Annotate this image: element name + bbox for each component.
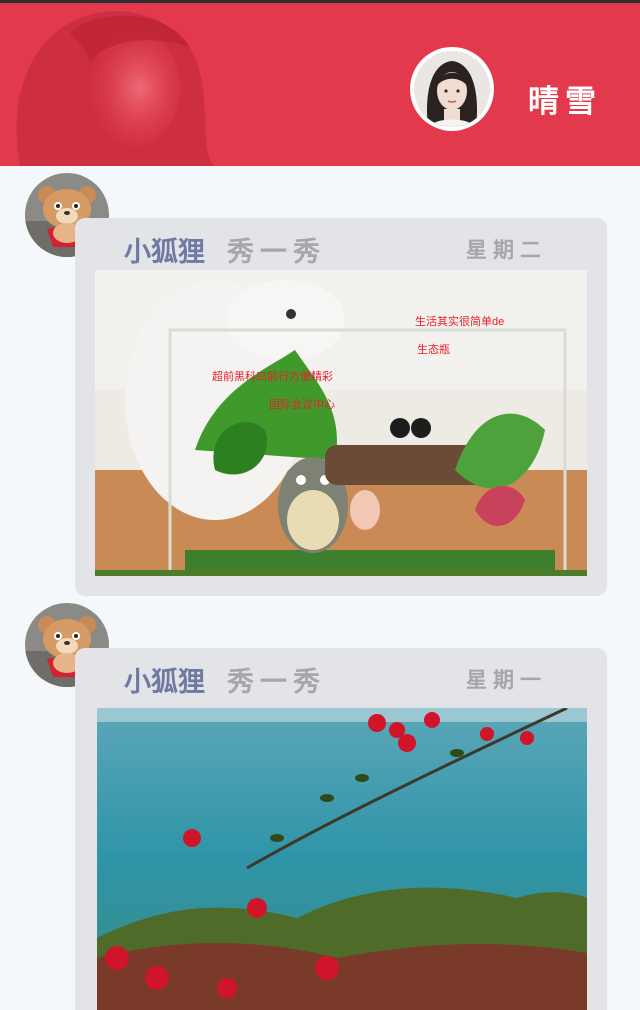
post-card[interactable]: 小狐狸 秀一秀 星期一: [75, 648, 607, 1010]
post-action-label: 秀一秀: [227, 237, 326, 268]
post-card[interactable]: 小狐狸 秀一秀 星期二 生活其实很简单de 生态瓶 超前黑科曰前行方便精彩 国际…: [75, 218, 607, 596]
post-author-name[interactable]: 小狐狸: [124, 230, 205, 269]
user-avatar[interactable]: [410, 47, 494, 131]
post-day: 星期二: [466, 238, 547, 262]
user-name: 晴雪: [528, 84, 602, 120]
post-day: 星期一: [466, 668, 547, 692]
post-image-flowers-sea[interactable]: [97, 708, 587, 1010]
caption-line-2: 生态瓶: [417, 342, 450, 356]
caption-line-4: 国际会议中心: [269, 398, 335, 411]
post-author-name[interactable]: 小狐狸: [124, 660, 205, 699]
profile-header: 晴雪: [0, 3, 640, 166]
caption-line-1: 生活其实很简单de: [415, 314, 504, 328]
user-portrait-icon: [414, 51, 490, 127]
post-image-terrarium[interactable]: 生活其实很简单de 生态瓶 超前黑科曰前行方便精彩 国际会议中心: [95, 270, 587, 576]
header-background-photo: [0, 3, 240, 166]
caption-line-3: 超前黑科曰前行方便精彩: [212, 369, 333, 383]
post-action-label: 秀一秀: [227, 667, 326, 698]
